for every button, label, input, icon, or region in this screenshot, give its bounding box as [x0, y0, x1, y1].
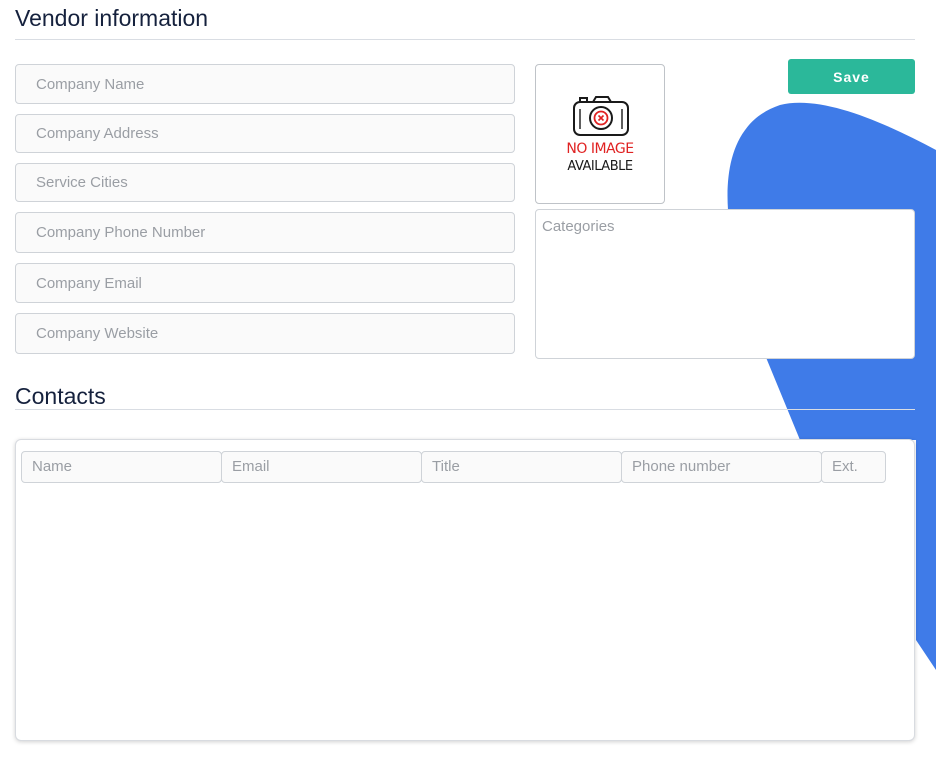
contacts-divider: [15, 409, 915, 410]
column-header-ext[interactable]: Ext.: [821, 451, 886, 483]
company-phone-input[interactable]: [16, 213, 514, 252]
company-phone-field: [15, 212, 515, 253]
contacts-title: Contacts: [15, 383, 106, 409]
column-header-title[interactable]: Title: [421, 451, 622, 483]
categories-input[interactable]: [536, 210, 914, 358]
categories-field: [535, 209, 915, 359]
company-address-field: [15, 114, 515, 153]
no-image-available-label: AVAILABLE: [567, 159, 633, 174]
no-image-label: NO IMAGE: [566, 141, 634, 157]
company-email-input[interactable]: [16, 264, 514, 302]
company-name-field: [15, 64, 515, 104]
camera-icon: [573, 96, 629, 136]
contacts-table: Name Email Title Phone number Ext.: [15, 439, 915, 741]
company-name-input[interactable]: [16, 65, 514, 103]
company-website-field: [15, 313, 515, 354]
company-address-input[interactable]: [16, 115, 514, 152]
vendor-image-upload[interactable]: NO IMAGE AVAILABLE: [535, 64, 665, 204]
vendor-info-divider: [15, 39, 915, 40]
company-email-field: [15, 263, 515, 303]
column-header-name[interactable]: Name: [21, 451, 222, 483]
column-header-phone[interactable]: Phone number: [621, 451, 822, 483]
vendor-info-title: Vendor information: [15, 5, 209, 31]
save-button[interactable]: Save: [788, 59, 915, 94]
column-header-email[interactable]: Email: [221, 451, 422, 483]
company-website-input[interactable]: [16, 314, 514, 353]
service-cities-field: [15, 163, 515, 202]
service-cities-input[interactable]: [16, 164, 514, 201]
